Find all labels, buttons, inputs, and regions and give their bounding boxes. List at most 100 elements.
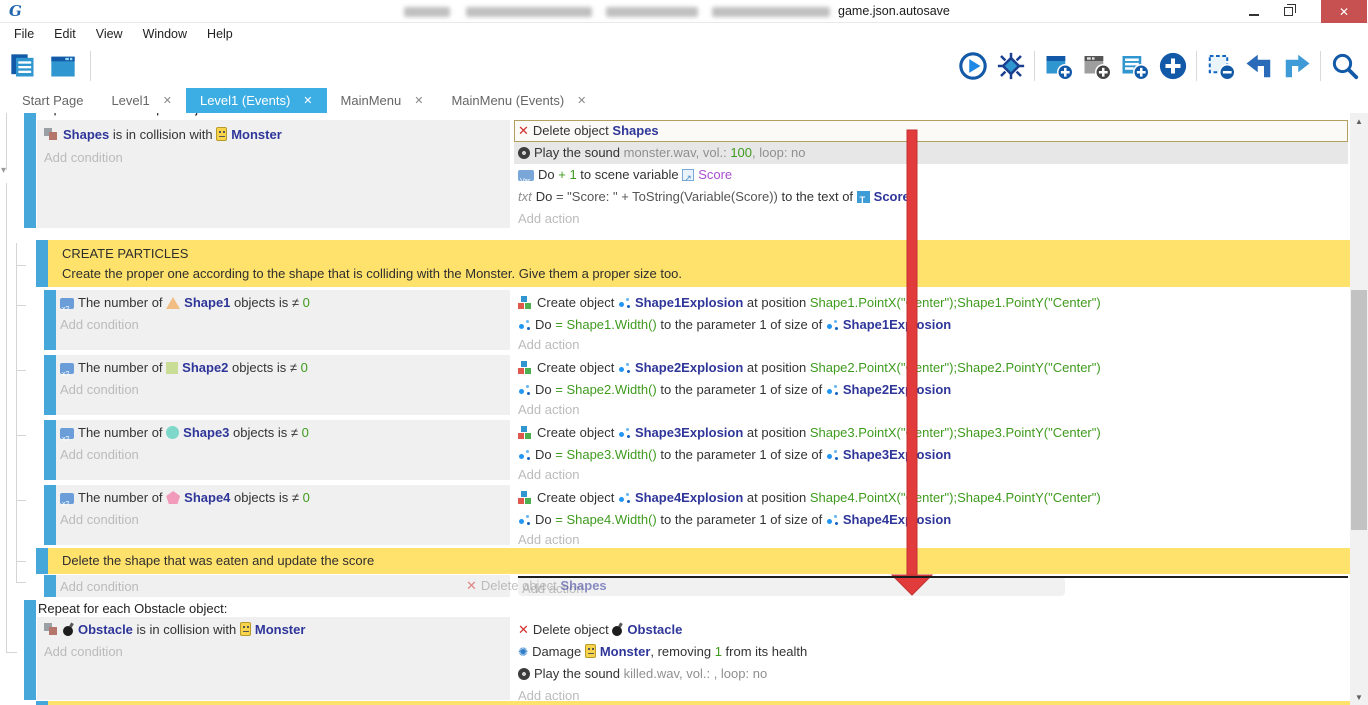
add-condition-link[interactable]: Add condition [60, 509, 139, 530]
event-indent-bar [44, 420, 56, 480]
shape3-create-action[interactable]: Create object Shape3Explosion at positio… [518, 422, 1101, 443]
action-play-sound-killed[interactable]: Play the sound killed.wav, vol.: , loop:… [518, 663, 767, 684]
add-action-link[interactable]: Add action [518, 208, 579, 229]
tab-start-page[interactable]: Start Page [8, 88, 97, 113]
text-action-icon: txt [518, 189, 532, 204]
add-event-icon[interactable] [1041, 49, 1076, 83]
delete-selection-icon[interactable] [1203, 49, 1238, 83]
event1-header-clipped[interactable]: Repeat for each Shapes object: [37, 113, 437, 119]
shape4-size-action[interactable]: Do = Shape4.Width() to the parameter 1 o… [518, 509, 951, 530]
add-action-link[interactable]: Add action [518, 334, 579, 355]
shape1-create-action[interactable]: Create object Shape1Explosion at positio… [518, 292, 1101, 313]
toolbar [0, 44, 1368, 88]
restore-icon [1284, 7, 1293, 16]
add-action-link[interactable]: Add action [518, 529, 579, 550]
action-damage-monster[interactable]: ✺Damage Monster, removing 1 from its hea… [518, 641, 807, 662]
particle-icon [826, 383, 839, 396]
redacted-title-text [606, 7, 698, 17]
shape2-create-action[interactable]: Create object Shape2Explosion at positio… [518, 357, 1101, 378]
add-action-link[interactable]: Add action [518, 399, 579, 420]
drag-ghost-action: ✕Delete object Shapes [466, 575, 607, 596]
collapse-triangle-icon[interactable]: ▾ [1, 165, 6, 176]
action-text-object[interactable]: txtDo = "Score: " + ToString(Variable(Sc… [518, 186, 910, 207]
shape1-condition[interactable]: The number of Shape1 objects is ≠ 0 [60, 292, 310, 313]
event2-header[interactable]: Repeat for each Obstacle object: [38, 598, 227, 619]
play-icon[interactable] [955, 49, 990, 83]
tree-line [16, 370, 26, 371]
scroll-up-icon[interactable]: ▲ [1350, 113, 1368, 129]
add-condition-link[interactable]: Add condition [60, 576, 139, 597]
comment-indent-bar [36, 240, 48, 287]
action-delete-shapes[interactable]: ✕Delete object Shapes [518, 120, 659, 141]
add-condition-link[interactable]: Add condition [60, 444, 139, 465]
redacted-title-text [712, 7, 830, 17]
event-indent-bar [24, 600, 36, 700]
undo-icon[interactable] [1241, 49, 1276, 83]
shape2-condition[interactable]: The number of Shape2 objects is ≠ 0 [60, 357, 308, 378]
create-object-icon [518, 426, 533, 439]
shape2-size-action[interactable]: Do = Shape2.Width() to the parameter 1 o… [518, 379, 951, 400]
menu-file[interactable]: File [4, 27, 44, 41]
shape3-size-action[interactable]: Do = Shape3.Width() to the parameter 1 o… [518, 444, 951, 465]
event2-condition[interactable]: Obstacle is in collision with Monster [44, 619, 305, 640]
shape3-condition[interactable]: The number of Shape3 objects is ≠ 0 [60, 422, 309, 443]
tab-mainmenu-events[interactable]: MainMenu (Events)✕ [437, 88, 600, 113]
shape3-circle-icon [166, 426, 179, 439]
comment-block[interactable]: CREATE PARTICLES Create the proper one a… [48, 240, 1350, 287]
comment-line2: Create the proper one according to the s… [62, 266, 682, 281]
minimize-button[interactable] [1238, 0, 1270, 23]
menu-view[interactable]: View [86, 27, 133, 41]
add-condition-link[interactable]: Add condition [60, 379, 139, 400]
shape4-condition[interactable]: The number of Shape4 objects is ≠ 0 [60, 487, 310, 508]
collision-icon [44, 128, 59, 141]
add-condition-link[interactable]: Add condition [44, 147, 123, 168]
restore-button[interactable] [1272, 0, 1304, 23]
scene-editor-icon[interactable] [46, 49, 80, 83]
project-manager-icon[interactable] [6, 49, 40, 83]
menu-bar: File Edit View Window Help [0, 24, 1368, 44]
obstacle-bomb-icon [612, 623, 623, 636]
redo-icon[interactable] [1279, 49, 1314, 83]
add-condition-link[interactable]: Add condition [44, 641, 123, 662]
action-scene-variable[interactable]: Do + 1 to scene variable Score [518, 164, 732, 185]
tab-bar: Start Page Level1✕ Level1 (Events)✕ Main… [0, 88, 1368, 113]
comment-indent-bar [36, 548, 48, 574]
tree-line [16, 561, 26, 562]
minimize-icon [1249, 14, 1259, 16]
delete-icon: ✕ [518, 622, 529, 637]
menu-edit[interactable]: Edit [44, 27, 86, 41]
shape4-create-action[interactable]: Create object Shape4Explosion at positio… [518, 487, 1101, 508]
tab-level1-events[interactable]: Level1 (Events)✕ [186, 88, 327, 113]
tab-close-icon[interactable]: ✕ [163, 94, 172, 107]
add-comment-icon[interactable] [1117, 49, 1152, 83]
search-icon[interactable] [1327, 49, 1362, 83]
particle-icon [618, 426, 631, 439]
event-indent-bar [44, 355, 56, 415]
vertical-scrollbar[interactable]: ▲ ▼ [1350, 113, 1368, 705]
add-new-icon[interactable] [1155, 49, 1190, 83]
comment-block[interactable]: Delete the shape that was eaten and upda… [48, 548, 1350, 574]
debug-icon[interactable] [993, 49, 1028, 83]
shape1-size-action[interactable]: Do = Shape1.Width() to the parameter 1 o… [518, 314, 951, 335]
tab-close-icon[interactable]: ✕ [414, 94, 423, 107]
event1-condition[interactable]: Shapes is in collision with Monster [44, 124, 282, 145]
particle-icon [518, 448, 531, 461]
scroll-down-icon[interactable]: ▼ [1350, 689, 1368, 705]
sound-icon [518, 147, 530, 159]
tab-level1[interactable]: Level1✕ [97, 88, 186, 113]
menu-help[interactable]: Help [197, 27, 243, 41]
add-action-link[interactable]: Add action [518, 464, 579, 485]
menu-window[interactable]: Window [133, 27, 197, 41]
add-sub-event-icon[interactable] [1079, 49, 1114, 83]
tab-close-icon[interactable]: ✕ [577, 94, 586, 107]
close-button[interactable]: ✕ [1321, 0, 1367, 23]
action-delete-obstacle[interactable]: ✕Delete object Obstacle [518, 619, 682, 640]
tree-line [16, 435, 26, 436]
tab-mainmenu[interactable]: MainMenu✕ [327, 88, 438, 113]
particle-icon [518, 383, 531, 396]
shape2-square-icon [166, 362, 178, 374]
scrollbar-thumb[interactable] [1351, 290, 1367, 530]
add-condition-link[interactable]: Add condition [60, 314, 139, 335]
action-play-sound[interactable]: Play the sound monster.wav, vol.: 100, l… [518, 142, 806, 163]
tab-close-icon[interactable]: ✕ [303, 94, 312, 107]
